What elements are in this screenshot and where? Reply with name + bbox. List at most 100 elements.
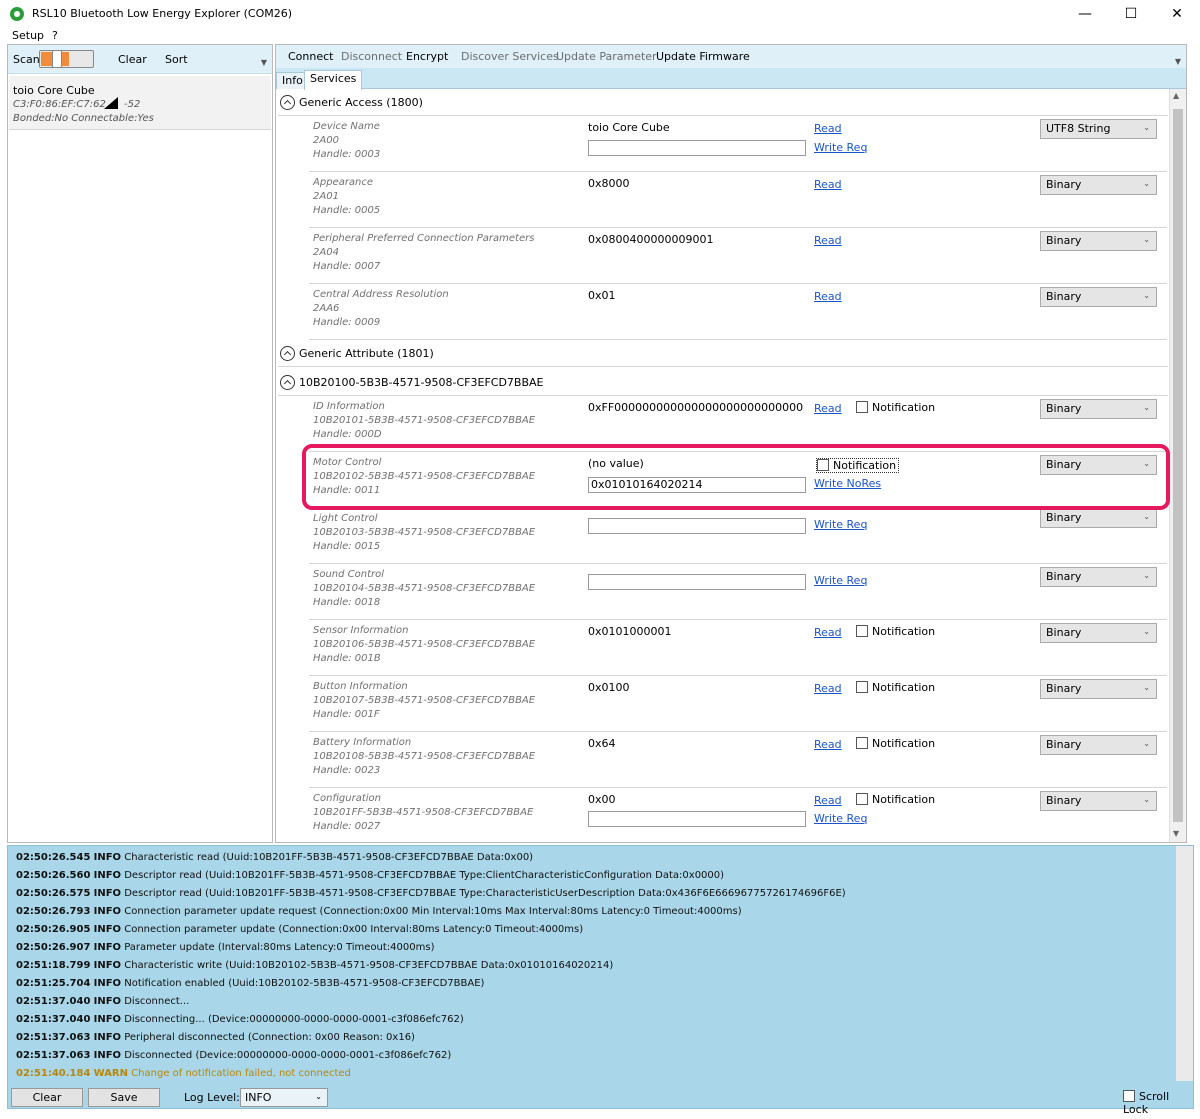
menu-setup[interactable]: Setup bbox=[12, 29, 44, 42]
highlight-annotation bbox=[302, 444, 1170, 510]
log-line: 02:51:25.704 INFO Notification enabled (… bbox=[16, 975, 1176, 993]
log-time: 02:51:25.704 bbox=[16, 978, 91, 989]
log-level: INFO bbox=[93, 906, 122, 917]
log-time: 02:50:26.905 bbox=[16, 924, 91, 935]
read-link[interactable]: Read bbox=[814, 290, 842, 303]
format-select[interactable]: Binary ⌄ bbox=[1040, 508, 1157, 528]
collapse-icon[interactable] bbox=[280, 375, 295, 390]
log-time: 02:50:26.545 bbox=[16, 852, 91, 863]
disconnect-button[interactable]: Disconnect bbox=[341, 50, 402, 63]
format-select[interactable]: Binary ⌄ bbox=[1040, 791, 1157, 811]
characteristic-value: toio Core Cube bbox=[588, 121, 670, 134]
characteristic-info: Appearance 2A01 Handle: 0005 bbox=[313, 177, 381, 216]
save-log-button[interactable]: Save bbox=[88, 1088, 160, 1107]
scan-toggle-knob[interactable] bbox=[52, 50, 62, 68]
write-value-input[interactable] bbox=[588, 574, 806, 590]
menu-help[interactable]: ? bbox=[52, 29, 58, 42]
write-value-input[interactable] bbox=[588, 140, 806, 156]
write-req-link[interactable]: Write Req bbox=[814, 141, 867, 154]
log-message: Change of notification failed, not conne… bbox=[131, 1068, 351, 1079]
collapse-icon[interactable] bbox=[280, 346, 295, 361]
write-req-link[interactable]: Write Req bbox=[814, 574, 867, 587]
read-link[interactable]: Read bbox=[814, 122, 842, 135]
device-list-item[interactable]: toio Core Cube C3:F0:86:EF:C7:62 -52 Bon… bbox=[9, 76, 271, 130]
service-title: Generic Access (1800) bbox=[299, 96, 423, 109]
read-link[interactable]: Read bbox=[814, 234, 842, 247]
connect-button[interactable]: Connect bbox=[288, 50, 333, 63]
read-link[interactable]: Read bbox=[814, 794, 842, 807]
characteristic-info: Sound Control 10B20104-5B3B-4571-9508-CF… bbox=[313, 569, 536, 608]
chevron-down-icon: ⌄ bbox=[1143, 739, 1150, 748]
notification-checkbox[interactable]: Notification bbox=[856, 681, 935, 694]
service-header-generic-attribute[interactable]: Generic Attribute (1801) bbox=[278, 340, 1168, 367]
characteristic-sensor-information: Sensor Information 10B20106-5B3B-4571-95… bbox=[309, 620, 1167, 676]
encrypt-button[interactable]: Encrypt bbox=[406, 50, 448, 63]
characteristic-value: 0x0101000001 bbox=[588, 625, 672, 638]
sort-devices-button[interactable]: Sort bbox=[165, 53, 188, 66]
log-message: Descriptor read (Uuid:10B201FF-5B3B-4571… bbox=[124, 870, 725, 881]
service-header-generic-access[interactable]: Generic Access (1800) bbox=[278, 89, 1168, 116]
log-message: Connection parameter update (Connection:… bbox=[124, 924, 584, 935]
log-scrollbar[interactable] bbox=[1176, 846, 1193, 1081]
format-select[interactable]: Binary ⌄ bbox=[1040, 287, 1157, 307]
log-level-select[interactable]: INFO ⌄ bbox=[240, 1088, 328, 1107]
format-select[interactable]: Binary ⌄ bbox=[1040, 175, 1157, 195]
notification-checkbox[interactable]: Notification bbox=[856, 793, 935, 806]
maximize-button[interactable]: ☐ bbox=[1108, 0, 1154, 28]
discover-services-button[interactable]: Discover Services bbox=[461, 50, 559, 63]
collapse-icon[interactable] bbox=[280, 95, 295, 110]
scan-toggle[interactable] bbox=[39, 50, 94, 68]
tab-strip: Info Services bbox=[276, 68, 1186, 90]
log-message: Characteristic read (Uuid:10B201FF-5B3B-… bbox=[124, 852, 534, 863]
write-value-input[interactable] bbox=[588, 518, 806, 534]
log-level: INFO bbox=[93, 1050, 122, 1061]
read-link[interactable]: Read bbox=[814, 178, 842, 191]
scroll-lock-checkbox[interactable]: Scroll Lock bbox=[1123, 1090, 1193, 1116]
format-select[interactable]: Binary ⌄ bbox=[1040, 735, 1157, 755]
checkbox-icon bbox=[856, 793, 868, 805]
characteristic-info: Device Name 2A00 Handle: 0003 bbox=[313, 121, 381, 160]
write-req-link[interactable]: Write Req bbox=[814, 518, 867, 531]
log-line: 02:51:37.063 INFO Disconnected (Device:0… bbox=[16, 1047, 1176, 1065]
service-header-toio[interactable]: 10B20100-5B3B-4571-9508-CF3EFCD7BBAE bbox=[278, 369, 1168, 396]
services-scrollbar[interactable]: ▲ ▼ bbox=[1169, 89, 1186, 842]
notification-checkbox[interactable]: Notification bbox=[856, 737, 935, 750]
minimize-button[interactable]: — bbox=[1062, 0, 1108, 28]
device-flags: Bonded:No Connectable:Yes bbox=[13, 113, 154, 124]
device-rssi: -52 bbox=[124, 99, 141, 110]
log-level: WARN bbox=[93, 1068, 128, 1079]
tab-services[interactable]: Services bbox=[304, 70, 363, 90]
log-time: 02:50:26.907 bbox=[16, 942, 91, 953]
clear-devices-button[interactable]: Clear bbox=[118, 53, 147, 66]
format-select[interactable]: Binary ⌄ bbox=[1040, 567, 1157, 587]
notification-checkbox[interactable]: Notification bbox=[856, 625, 935, 638]
format-select[interactable]: Binary ⌄ bbox=[1040, 623, 1157, 643]
log-level: INFO bbox=[93, 852, 122, 863]
update-firmware-button[interactable]: Update Firmware bbox=[656, 50, 750, 63]
characteristic-button-information: Button Information 10B20107-5B3B-4571-95… bbox=[309, 676, 1167, 732]
read-link[interactable]: Read bbox=[814, 402, 842, 415]
log-level: INFO bbox=[93, 1014, 122, 1025]
write-req-link[interactable]: Write Req bbox=[814, 812, 867, 825]
window-edge bbox=[1188, 44, 1200, 843]
update-parameter-button[interactable]: Update Parameter bbox=[556, 50, 657, 63]
log-level: INFO bbox=[93, 978, 122, 989]
read-link[interactable]: Read bbox=[814, 626, 842, 639]
format-select[interactable]: Binary ⌄ bbox=[1040, 231, 1157, 251]
log-level-label: Log Level: bbox=[184, 1091, 240, 1104]
format-select[interactable]: Binary ⌄ bbox=[1040, 679, 1157, 699]
notification-checkbox[interactable]: Notification bbox=[856, 401, 935, 414]
device-toolbar: Scan Clear Sort ▼ bbox=[8, 45, 272, 74]
format-select[interactable]: Binary ⌄ bbox=[1040, 399, 1157, 419]
pin-icon[interactable]: ▼ bbox=[261, 58, 267, 67]
format-select[interactable]: UTF8 String ⌄ bbox=[1040, 119, 1157, 139]
close-button[interactable]: ✕ bbox=[1154, 0, 1200, 28]
read-link[interactable]: Read bbox=[814, 682, 842, 695]
characteristic-info: Central Address Resolution 2AA6 Handle: … bbox=[313, 289, 449, 328]
write-value-input[interactable] bbox=[588, 811, 806, 827]
read-link[interactable]: Read bbox=[814, 738, 842, 751]
pin-icon[interactable]: ▼ bbox=[1175, 57, 1181, 66]
clear-log-button[interactable]: Clear bbox=[11, 1088, 83, 1107]
log-panel: 02:50:26.545 INFO Characteristic read (U… bbox=[7, 845, 1194, 1116]
scrollbar-thumb[interactable] bbox=[1173, 109, 1183, 822]
